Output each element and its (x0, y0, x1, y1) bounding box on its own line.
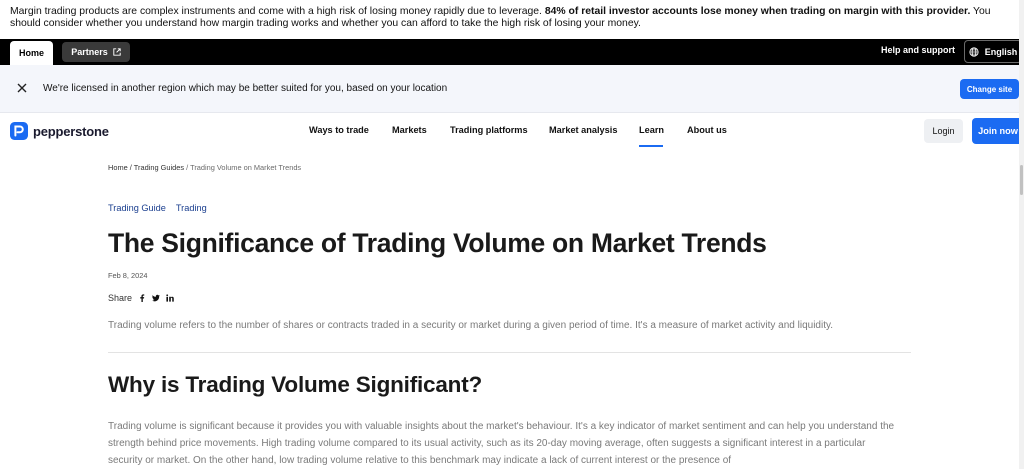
change-site-button[interactable]: Change site (960, 79, 1019, 99)
nav-ways-to-trade[interactable]: Ways to trade (309, 125, 369, 135)
twitter-icon[interactable] (152, 294, 160, 302)
join-now-button[interactable]: Join now (972, 118, 1024, 144)
breadcrumb: Home / Trading Guides / Trading Volume o… (108, 163, 301, 172)
nav-trading-platforms[interactable]: Trading platforms (450, 125, 528, 135)
tab-partners-label: Partners (71, 47, 108, 57)
nav-learn[interactable]: Learn (639, 125, 664, 135)
linkedin-icon[interactable] (166, 294, 174, 302)
login-button[interactable]: Login (924, 119, 963, 143)
section-heading: Why is Trading Volume Significant? (108, 372, 483, 397)
language-selector[interactable]: English (964, 40, 1022, 63)
section-body: Trading volume is significant because it… (108, 421, 895, 466)
tab-home[interactable]: Home (10, 41, 53, 65)
pepperstone-logo-icon (10, 122, 28, 140)
article-tags: Trading Guide Trading (108, 203, 207, 213)
share-label: Share (108, 293, 133, 303)
close-icon[interactable] (14, 80, 30, 96)
risk-warning: Margin trading products are complex inst… (0, 0, 1024, 39)
licence-notice: We're licensed in another region which m… (0, 65, 1024, 113)
logo[interactable]: pepperstone (10, 122, 109, 140)
notice-text: We're licensed in another region which m… (43, 83, 448, 94)
page-scrollbar[interactable] (1019, 0, 1024, 469)
scrollbar-thumb[interactable] (1020, 165, 1023, 195)
section-divider (108, 352, 911, 353)
breadcrumb-current: Trading Volume on Market Trends (190, 163, 302, 172)
help-and-support-link[interactable]: Help and support (881, 45, 955, 55)
risk-warning-bold-text: 84% of retail investor accounts lose mon… (544, 6, 971, 17)
breadcrumb-separator: / (129, 163, 132, 172)
page-title: The Significance of Trading Volume on Ma… (108, 228, 767, 258)
nav-active-indicator (639, 145, 663, 147)
nav-about-us[interactable]: About us (687, 125, 727, 135)
breadcrumb-separator: / (186, 163, 189, 172)
logo-text: pepperstone (33, 123, 109, 139)
language-label: English (984, 46, 1018, 57)
tab-home-label: Home (18, 48, 44, 58)
globe-icon (969, 46, 979, 57)
breadcrumb-home[interactable]: Home (108, 163, 128, 172)
main-nav: pepperstone Ways to trade Markets Tradin… (0, 113, 1024, 149)
tag-trading-guide[interactable]: Trading Guide (108, 203, 166, 213)
external-link-icon (113, 48, 121, 56)
top-bar: Home Partners Help and support English (0, 39, 1024, 65)
tag-trading[interactable]: Trading (176, 203, 207, 213)
facebook-icon[interactable] (138, 294, 146, 302)
nav-market-analysis[interactable]: Market analysis (549, 125, 617, 135)
tab-partners[interactable]: Partners (62, 42, 130, 62)
article-intro: Trading volume refers to the number of s… (108, 320, 834, 331)
nav-markets[interactable]: Markets (392, 125, 427, 135)
share-bar: Share (108, 293, 174, 303)
article-date: Feb 8, 2024 (108, 271, 148, 280)
risk-warning-text: Margin trading products are complex inst… (10, 6, 545, 17)
breadcrumb-section[interactable]: Trading Guides (134, 163, 184, 172)
